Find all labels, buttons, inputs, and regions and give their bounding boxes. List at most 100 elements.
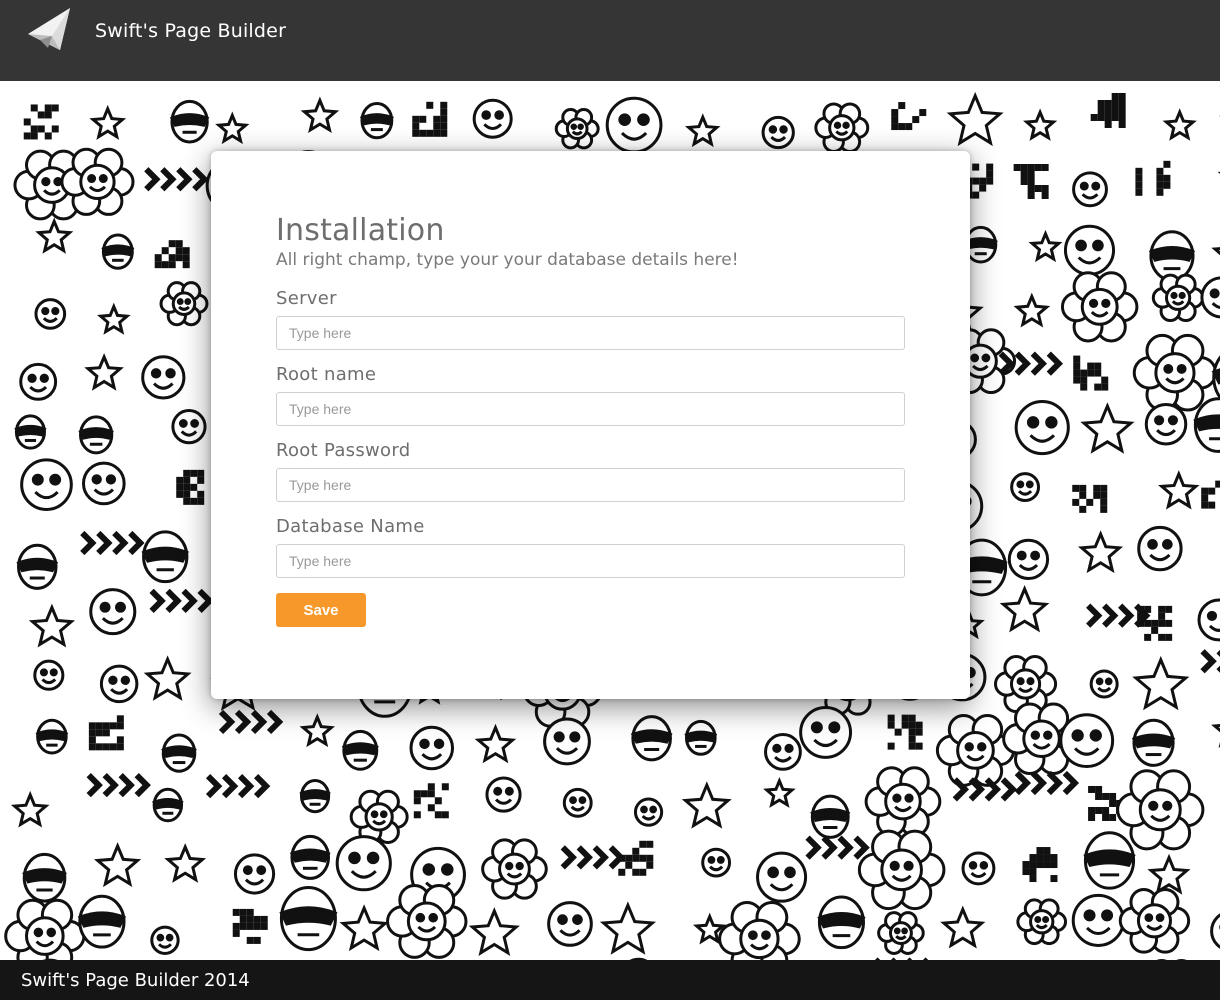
doodle-shape <box>1027 192 1035 200</box>
doodle-shape <box>79 163 116 201</box>
doodle-shape <box>1109 813 1117 821</box>
doodle-shape <box>175 247 183 255</box>
doodle-shape <box>1025 480 1034 489</box>
root-name-input[interactable] <box>276 392 905 426</box>
doodle-shape <box>99 601 111 613</box>
doodle-shape <box>772 743 782 754</box>
doodle-shape <box>1135 188 1143 196</box>
doodle-shape <box>154 261 162 269</box>
database-name-input[interactable] <box>276 544 905 578</box>
doodle-shape <box>168 240 176 248</box>
doodle-shape <box>31 473 44 486</box>
installation-form: Installation All right champ, type your … <box>276 213 905 627</box>
doodle-shape <box>237 774 255 799</box>
doodle-shape <box>77 911 127 928</box>
doodle-shape <box>169 113 210 127</box>
doodle-shape <box>1094 362 1102 370</box>
doodle-shape <box>413 811 421 819</box>
doodle-shape <box>1079 505 1087 513</box>
doodle-shape <box>112 530 129 556</box>
doodle-shape <box>972 177 980 185</box>
save-button[interactable]: Save <box>276 593 366 627</box>
doodle-shape <box>1029 868 1037 876</box>
doodle-shape <box>1154 415 1165 426</box>
doodle-shape <box>618 113 632 127</box>
root-password-input[interactable] <box>276 468 905 502</box>
doodle-shape <box>156 933 165 942</box>
doodle-shape <box>963 237 998 250</box>
doodle-shape <box>233 853 276 895</box>
doodle-shape <box>379 810 388 819</box>
doodle-shape <box>176 167 193 192</box>
doodle-shape <box>1028 229 1063 263</box>
doodle-shape <box>892 793 902 803</box>
doodle-shape <box>51 125 59 133</box>
doodle-shape <box>1080 383 1088 391</box>
doodle-shape <box>44 111 52 119</box>
paper-plane-icon[interactable] <box>26 6 78 58</box>
card-title: Installation <box>276 213 445 248</box>
doodle-shape <box>97 302 131 335</box>
doodle-shape <box>44 104 52 112</box>
doodle-shape <box>961 851 996 886</box>
doodle-shape <box>799 705 853 759</box>
doodle-shape <box>1163 363 1174 374</box>
doodle-shape <box>1093 491 1101 499</box>
doodle-shape <box>1014 399 1070 456</box>
doodle-shape <box>748 930 758 941</box>
doodle-shape <box>1158 612 1166 620</box>
doodle-shape <box>279 906 338 926</box>
doodle-shape <box>39 373 49 383</box>
doodle-shape <box>234 709 252 735</box>
doodle-shape <box>1162 800 1173 811</box>
doodle-shape <box>440 101 448 109</box>
doodle-shape <box>24 916 65 956</box>
server-label: Server <box>276 288 337 309</box>
doodle-shape <box>161 247 169 255</box>
doodle-shape <box>485 776 522 813</box>
doodle-shape <box>1088 806 1096 814</box>
doodle-shape <box>1176 363 1187 374</box>
doodle-shape <box>412 115 420 123</box>
doodle-shape <box>618 868 626 876</box>
doodle-shape <box>141 355 186 400</box>
doodle-shape <box>1164 284 1192 311</box>
database-name-label: Database Name <box>276 516 425 537</box>
server-input[interactable] <box>276 316 905 350</box>
doodle-shape <box>46 927 57 938</box>
doodle-shape <box>299 789 331 801</box>
doodle-shape <box>908 728 916 736</box>
doodle-shape <box>805 835 822 860</box>
doodle-shape <box>1211 723 1220 748</box>
doodle-shape <box>88 722 96 730</box>
doodle-shape <box>979 184 987 192</box>
doodle-shape <box>1111 99 1119 107</box>
doodle-shape <box>964 742 974 752</box>
doodle-shape <box>149 588 166 613</box>
doodle-shape <box>577 123 584 130</box>
doodle-shape <box>1208 487 1216 495</box>
doodle-shape <box>409 725 455 771</box>
database-name-field-group: Database Name <box>276 516 905 578</box>
doodle-shape <box>1144 619 1152 627</box>
doodle-shape <box>1029 861 1037 869</box>
brand-title[interactable]: Swift's Page Builder <box>95 20 286 42</box>
doodle-shape <box>1109 799 1117 807</box>
doodle-shape <box>260 922 268 930</box>
doodle-shape <box>646 840 654 848</box>
doodle-shape <box>821 835 838 860</box>
doodle-shape <box>1118 92 1126 100</box>
doodle-shape <box>95 743 103 751</box>
doodle-shape <box>215 111 250 145</box>
doodle-shape <box>1144 605 1152 613</box>
doodle-shape <box>1089 729 1102 742</box>
doodle-shape <box>1118 113 1126 121</box>
doodle-shape <box>1215 480 1220 488</box>
doodle-shape <box>182 247 190 255</box>
doodle-shape <box>221 774 239 799</box>
doodle-shape <box>639 840 647 848</box>
doodle-shape <box>1090 113 1098 121</box>
doodle-shape <box>89 588 137 636</box>
doodle-shape <box>1036 861 1044 869</box>
doodle-shape <box>108 675 118 686</box>
